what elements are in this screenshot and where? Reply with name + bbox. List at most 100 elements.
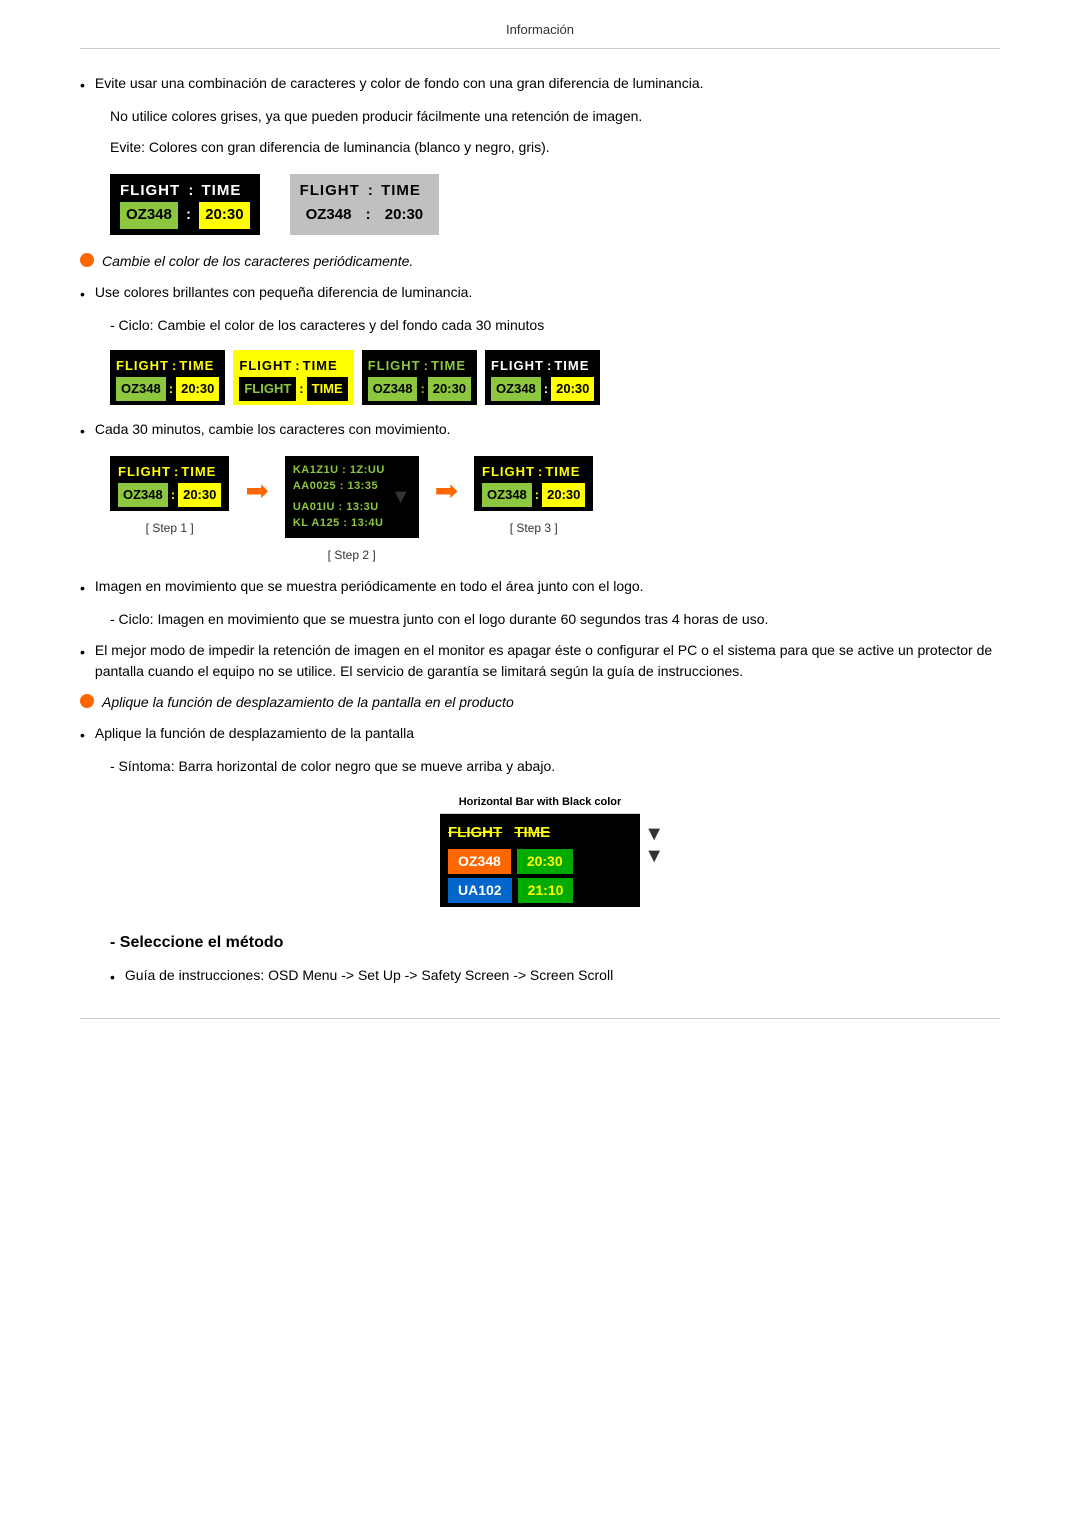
c2-tval: TIME xyxy=(307,377,348,401)
flight-demos-row1: FLIGHT : TIME OZ348 : 20:30 FLIGHT : TIM… xyxy=(110,174,1000,235)
bullet-dot-2: • xyxy=(80,284,85,305)
guide-bullet: • Guía de instrucciones: OSD Menu -> Set… xyxy=(110,965,1000,988)
s3-flight: FLIGHT xyxy=(482,462,535,482)
bottom-border xyxy=(80,1018,1000,1019)
bullet-content-1: Evite usar una combinación de caracteres… xyxy=(95,73,1000,94)
bullet-content-5: El mejor modo de impedir la retención de… xyxy=(95,640,1000,682)
orange-bullet-2: Aplique la función de desplazamiento de … xyxy=(80,692,1000,713)
flight-row-label-gray: FLIGHT : TIME xyxy=(300,180,430,203)
hbar-2110: 21:10 xyxy=(518,878,574,903)
sub-text-4: - Ciclo: Imagen en movimiento que se mue… xyxy=(110,609,1000,630)
c2-sep: : xyxy=(296,377,306,401)
step3-label: [ Step 3 ] xyxy=(510,519,558,537)
s2-line2: AA0025 : 13:35 xyxy=(293,478,385,495)
guide-dot: • xyxy=(110,967,115,988)
cycle-box-1: FLIGHT : TIME OZ348 : 20:30 xyxy=(110,350,225,405)
hbar-container: Horizontal Bar with Black color FLIGHT T… xyxy=(440,791,640,907)
s3-oz: OZ348 xyxy=(482,483,532,507)
bullet-item-5: • El mejor modo de impedir la retención … xyxy=(80,640,1000,682)
s1-oz: OZ348 xyxy=(118,483,168,507)
c1-colon1: : xyxy=(172,356,176,376)
bullet-text-6: Aplique la función de desplazamiento de … xyxy=(95,725,414,741)
flight-row-label-black: FLIGHT : TIME xyxy=(120,180,250,203)
arrow-right-2: ➡ xyxy=(435,470,458,512)
flight-box-gray: FLIGHT : TIME OZ348 : 20:30 xyxy=(290,174,440,235)
bullet-text-2: Use colores brillantes con pequeña difer… xyxy=(95,284,472,300)
s1-tv: 20:30 xyxy=(178,483,221,507)
seleccione-title: - Seleccione el método xyxy=(110,931,1000,955)
sub-text-3: - Ciclo: Cambie el color de los caracter… xyxy=(110,315,1000,336)
guide-content: Guía de instrucciones: OSD Menu -> Set U… xyxy=(125,965,1000,986)
bullet-dot-3: • xyxy=(80,421,85,442)
bullet-dot-5: • xyxy=(80,642,85,663)
colon-cell-gray: : xyxy=(357,202,378,229)
c3-time: TIME xyxy=(431,356,466,376)
step2-box: KA1Z1U : 1Z:UU AA0025 : 13:35 UA01IU : 1… xyxy=(285,456,419,538)
hbar-arrow-2: ▼ xyxy=(644,841,664,871)
bullet-text-5: El mejor modo de impedir la retención de… xyxy=(95,642,992,679)
cycle-box-3: FLIGHT : TIME OZ348 : 20:30 xyxy=(362,350,477,405)
orange-circle-1 xyxy=(80,253,94,267)
hbar-oz348: OZ348 xyxy=(448,849,511,874)
cycle-box-2: FLIGHT : TIME FLIGHT : TIME xyxy=(233,350,353,405)
hbar-ua102: UA102 xyxy=(448,878,512,903)
c2-time: TIME xyxy=(303,356,338,376)
orange-bullet-1: Cambie el color de los caracteres periód… xyxy=(80,251,1000,272)
time-cell-yellow: 20:30 xyxy=(199,202,249,229)
step-item-2: KA1Z1U : 1Z:UU AA0025 : 13:35 UA01IU : 1… xyxy=(285,456,419,564)
s3-sep: : xyxy=(532,483,542,507)
c1-oz: OZ348 xyxy=(116,377,166,401)
s2-line4: KL A125 : 13:4U xyxy=(293,515,385,532)
s1-flight: FLIGHT xyxy=(118,462,171,482)
s2-line3: UA01IU : 13:3U xyxy=(293,499,385,516)
step-demos: FLIGHT : TIME OZ348 : 20:30 [ Step 1 ] ➡ xyxy=(110,456,1000,564)
step1-box: FLIGHT : TIME OZ348 : 20:30 xyxy=(110,456,229,511)
orange-text-1: Cambie el color de los caracteres periód… xyxy=(102,251,413,272)
c3-oz: OZ348 xyxy=(368,377,418,401)
page-title: Información xyxy=(80,20,1000,49)
time-cell-gray: 20:30 xyxy=(379,202,429,229)
c4-tval: 20:30 xyxy=(551,377,594,401)
oz348-cell-gray: OZ348 xyxy=(300,202,358,229)
hbar-demo: ▼ ▼ Horizontal Bar with Black color FLIG… xyxy=(80,791,1000,907)
hbar-oz-row: OZ348 20:30 xyxy=(440,847,640,876)
bullet-content-3: Cada 30 minutos, cambie los caracteres c… xyxy=(95,419,1000,440)
s3-tv: 20:30 xyxy=(542,483,585,507)
cycle-box-4: FLIGHT : TIME OZ348 : 20:30 xyxy=(485,350,600,405)
c3-tval: 20:30 xyxy=(428,377,471,401)
bullet-item-4: • Imagen en movimiento que se muestra pe… xyxy=(80,576,1000,599)
c3-flight: FLIGHT xyxy=(368,356,421,376)
s2-line1: KA1Z1U : 1Z:UU xyxy=(293,462,385,479)
step1-label: [ Step 1 ] xyxy=(146,519,194,537)
bullet-item-3: • Cada 30 minutos, cambie los caracteres… xyxy=(80,419,1000,442)
flight-data-row-black: OZ348 : 20:30 xyxy=(120,202,250,229)
s3-c1: : xyxy=(538,462,542,482)
c4-time: TIME xyxy=(554,356,589,376)
c4-flight: FLIGHT xyxy=(491,356,544,376)
flight-label-black: FLIGHT xyxy=(120,180,180,203)
bullet-item-2: • Use colores brillantes con pequeña dif… xyxy=(80,282,1000,305)
c1-tval: 20:30 xyxy=(176,377,219,401)
hbar-title-text: Horizontal Bar with Black color xyxy=(440,791,640,815)
c2-colon1: : xyxy=(295,356,299,376)
bullet-content-6: Aplique la función de desplazamiento de … xyxy=(95,723,1000,744)
sub-text-2: Evite: Colores con gran diferencia de lu… xyxy=(110,137,1000,158)
s3-time: TIME xyxy=(545,462,580,482)
bullet-text-4: Imagen en movimiento que se muestra peri… xyxy=(95,578,644,594)
flight-label-gray: FLIGHT xyxy=(300,180,360,203)
hbar-wrapper: ▼ ▼ Horizontal Bar with Black color FLIG… xyxy=(440,791,640,907)
c4-oz: OZ348 xyxy=(491,377,541,401)
orange-circle-2 xyxy=(80,694,94,708)
step-item-3: FLIGHT : TIME OZ348 : 20:30 [ Step 3 ] xyxy=(474,456,593,537)
arrow-right-1: ➡ xyxy=(245,470,268,512)
flight-data-row-gray: OZ348 : 20:30 xyxy=(300,202,430,229)
c4-sep: : xyxy=(541,377,551,401)
sub-text-5: - Síntoma: Barra horizontal de color neg… xyxy=(110,756,1000,777)
s2-arrow-down: ▼ xyxy=(391,482,411,512)
s1-sep: : xyxy=(168,483,178,507)
bullet-item-6: • Aplique la función de desplazamiento d… xyxy=(80,723,1000,746)
bullet-dot-4: • xyxy=(80,578,85,599)
bullet-content-2: Use colores brillantes con pequeña difer… xyxy=(95,282,1000,303)
hbar-header-row: FLIGHT TIME xyxy=(440,820,640,847)
hbar-ua-row: UA102 21:10 xyxy=(440,876,640,907)
